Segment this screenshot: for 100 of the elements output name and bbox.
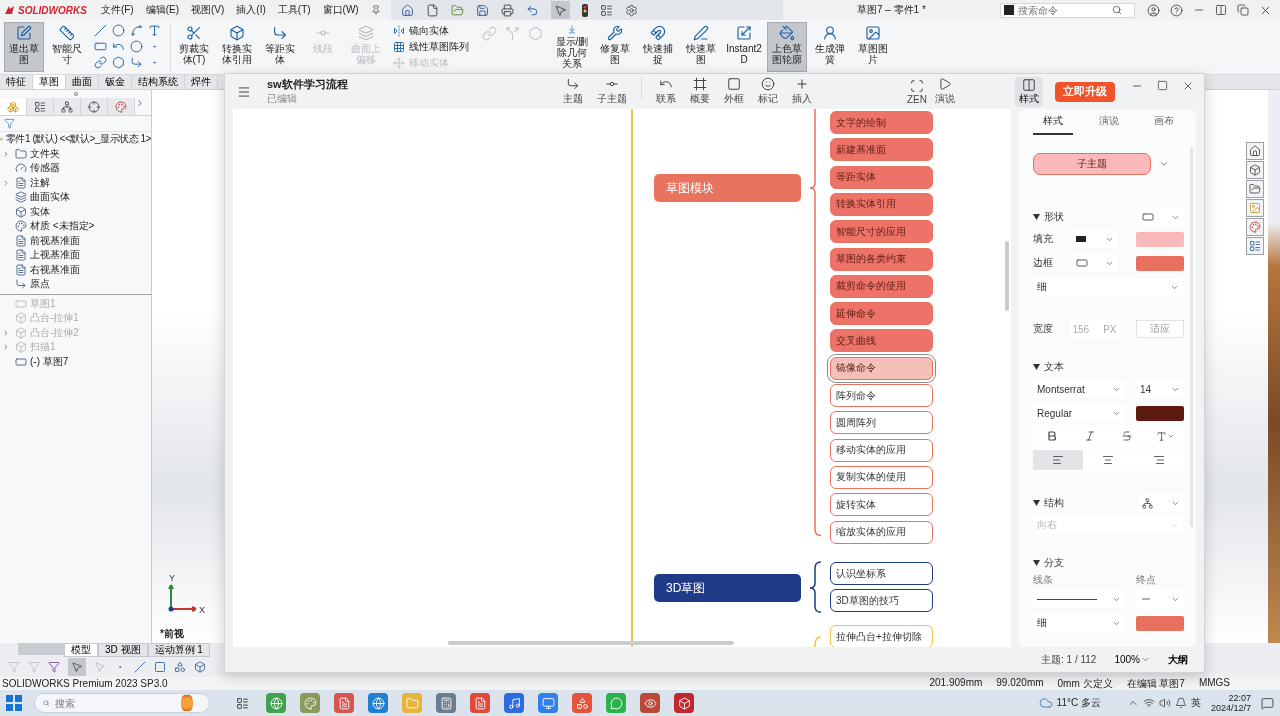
ribbon-tab[interactable]: 结构系统 (132, 75, 185, 89)
toolbar-button[interactable]: 联系 (652, 77, 680, 106)
subtopic[interactable]: 移动实体的应用 (830, 438, 933, 462)
subtopic[interactable]: 新建基准面 (830, 138, 933, 162)
field-label: 边框 (1033, 256, 1053, 270)
menu-item[interactable]: 文件(F) (100, 3, 134, 17)
size-dropdown[interactable]: 14 (1136, 380, 1184, 398)
panel-tab[interactable]: 画布 (1144, 109, 1184, 135)
subtopic[interactable]: 文字的绘制 (830, 111, 933, 134)
panel-tab[interactable]: 演说 (1088, 109, 1129, 135)
subtopic[interactable]: 智能尺寸的应用 (830, 220, 933, 244)
taskbar-search-field[interactable]: 搜索 (55, 697, 176, 709)
clock-time[interactable]: 22:07 (1228, 693, 1251, 703)
subtopic[interactable]: 拉伸凸台+拉伸切除 (830, 625, 933, 647)
ribbon-button[interactable]: 上色草图轮廓 (767, 22, 807, 72)
ribbon-button[interactable]: 显示/删除几何关系 (552, 22, 592, 72)
status-reading: 0mm 欠定义 (1057, 676, 1113, 691)
outline-button[interactable]: 大纲 (1168, 652, 1188, 667)
ribbon-button[interactable]: 转换实体引用 (217, 22, 257, 72)
clock-date[interactable]: 2024/12/7 (1210, 703, 1251, 713)
tree-item[interactable]: 实体 (30, 204, 50, 219)
menu-item[interactable]: 视图(V) (191, 3, 225, 17)
tree-item[interactable]: 材质 <未指定> (30, 219, 95, 234)
ribbon-button[interactable]: 线性草图阵列 (393, 40, 469, 54)
panel-tab[interactable]: 样式 (1033, 109, 1073, 135)
brand-name: SOLIDWORKS (18, 4, 87, 16)
font-dropdown[interactable]: Montserrat (1033, 380, 1125, 398)
search-field[interactable]: 搜索命令 (1018, 4, 1108, 16)
tree-item[interactable]: 上视基准面 (30, 248, 80, 263)
tree-item[interactable]: 原点 (30, 277, 50, 292)
tree-item[interactable]: 注解 (30, 175, 50, 190)
subtopic[interactable]: 镜像命令 (830, 356, 933, 380)
toolbar-button[interactable]: 子主题 (593, 77, 631, 106)
zoom-dropdown[interactable]: 100% (1114, 654, 1150, 665)
menu-item[interactable]: 工具(T) (277, 3, 311, 17)
subtopic[interactable]: 延伸命令 (830, 302, 933, 326)
subtopic[interactable]: 等距实体 (830, 165, 933, 189)
subtopic[interactable]: 交叉曲线 (830, 329, 933, 353)
search-box[interactable]: 搜索命令 (1000, 2, 1135, 18)
style-toggle-button[interactable]: 样式 (1015, 76, 1043, 107)
branch-thickness-dropdown[interactable]: 细 (1033, 614, 1125, 632)
tree-item[interactable]: 文件夹 (30, 146, 60, 161)
toolbar-button[interactable]: 标记 (754, 77, 782, 106)
input-method-indicator[interactable]: 英 (1190, 696, 1201, 710)
tree-item[interactable]: 右视基准面 (30, 262, 80, 277)
subtopic[interactable]: 转换实体引用 (830, 192, 933, 216)
mindmap-canvas[interactable]: 草图模块 文字的绘制 新建基准面 等距实体 转换实体引用 智能尺寸的应用 草图的各类约束 裁剪命令的使用 延伸命令 交叉曲线 镜像命令 阵列命令 圆周阵列 移动实体的应用 复制实体的使用 旋转实体 缩放实体的应用 3D草图 认识坐标系 3D草图的技巧 拉伸凸台+拉伸切除 (233, 109, 1011, 647)
upgrade-button[interactable]: 立即升级 (1055, 81, 1115, 102)
menu-item[interactable]: 编辑(E) (145, 3, 179, 17)
topic-count: 主题: 1 / 112 (1041, 652, 1097, 667)
ribbon-tab[interactable]: 焊件 (185, 75, 218, 89)
toolbar-button[interactable]: 外框 (720, 77, 748, 106)
toolbar-button[interactable]: ZEN (903, 78, 931, 105)
subtopic[interactable]: 阵列命令 (830, 384, 933, 407)
field-label: 宽度 (1033, 322, 1053, 336)
subtopic[interactable]: 圆周阵列 (830, 411, 933, 435)
thickness-dropdown[interactable]: 细 (1033, 278, 1183, 296)
ribbon-button[interactable]: 快速捕捉 (638, 22, 678, 72)
tree-item[interactable]: 传感器 (30, 161, 60, 176)
menu-item[interactable]: 窗口(W) (322, 3, 359, 17)
window-title: 草图7 – 零件1 * (855, 3, 927, 17)
ribbon-button[interactable]: 生成弹簧 (810, 22, 850, 72)
subtopic[interactable]: 缩放实体的应用 (830, 520, 933, 544)
weather-text[interactable]: 11°C 多云 (1056, 696, 1101, 710)
subtopic[interactable]: 草图的各类约束 (830, 247, 933, 271)
ribbon-tab[interactable]: 草图 (33, 75, 66, 89)
view-tab[interactable]: 模型 (64, 643, 98, 657)
subtopic[interactable]: 旋转实体 (830, 493, 933, 517)
edit-status: 已编辑 (267, 92, 298, 106)
toolbar-button[interactable]: 演说 (931, 77, 959, 106)
ribbon-button[interactable]: 镜向实体 (393, 24, 469, 38)
toolbar-button[interactable]: 主题 (559, 77, 587, 106)
status-reading: MMGS (1198, 676, 1230, 690)
weight-dropdown[interactable]: Regular (1033, 404, 1125, 422)
tree-item[interactable]: 前视基准面 (30, 233, 80, 248)
ribbon-button[interactable]: 退出草图 (4, 22, 44, 72)
subtopic[interactable]: 3D草图的技巧 (830, 589, 933, 613)
subtopic[interactable]: 裁剪命令的使用 (830, 274, 933, 298)
ribbon-button[interactable]: 剪裁实体(T) (174, 22, 214, 72)
ribbon-button[interactable]: 草图图片 (853, 22, 893, 72)
view-tab[interactable]: 运动算例 1 (147, 643, 210, 657)
subtopic[interactable]: 复制实体的使用 (830, 465, 933, 489)
toolbar-button[interactable]: 插入 (788, 77, 816, 106)
branch-topic[interactable]: 3D草图 (654, 574, 801, 602)
ribbon-button[interactable]: Instant2D (724, 22, 764, 72)
ribbon-tab[interactable]: 钣金 (99, 75, 132, 89)
tree-root[interactable]: 零件1 (默认) <<默认>_显示状态 1> (5, 132, 151, 147)
taskbar-search-box[interactable]: 搜索 (34, 693, 210, 713)
ribbon-tab[interactable]: 曲面 (66, 75, 99, 89)
view-tab[interactable]: 3D 视图 (98, 643, 148, 657)
ribbon-button[interactable]: 快速草图 (681, 22, 721, 72)
menu-item[interactable]: 插入(I) (236, 3, 266, 17)
tree-item[interactable]: (-) 草图7 (30, 354, 69, 369)
ribbon-button[interactable]: 智能尺寸 (47, 22, 87, 72)
tree-item[interactable]: 曲面实体 (30, 190, 70, 205)
subtopic[interactable]: 认识坐标系 (830, 562, 933, 585)
toolbar-button[interactable]: 概要 (686, 77, 714, 106)
ribbon-button[interactable]: 修复草图 (595, 22, 635, 72)
topic-style-preview[interactable]: 子主题 (1033, 153, 1151, 175)
ribbon-button[interactable]: 等距实体 (260, 22, 300, 72)
